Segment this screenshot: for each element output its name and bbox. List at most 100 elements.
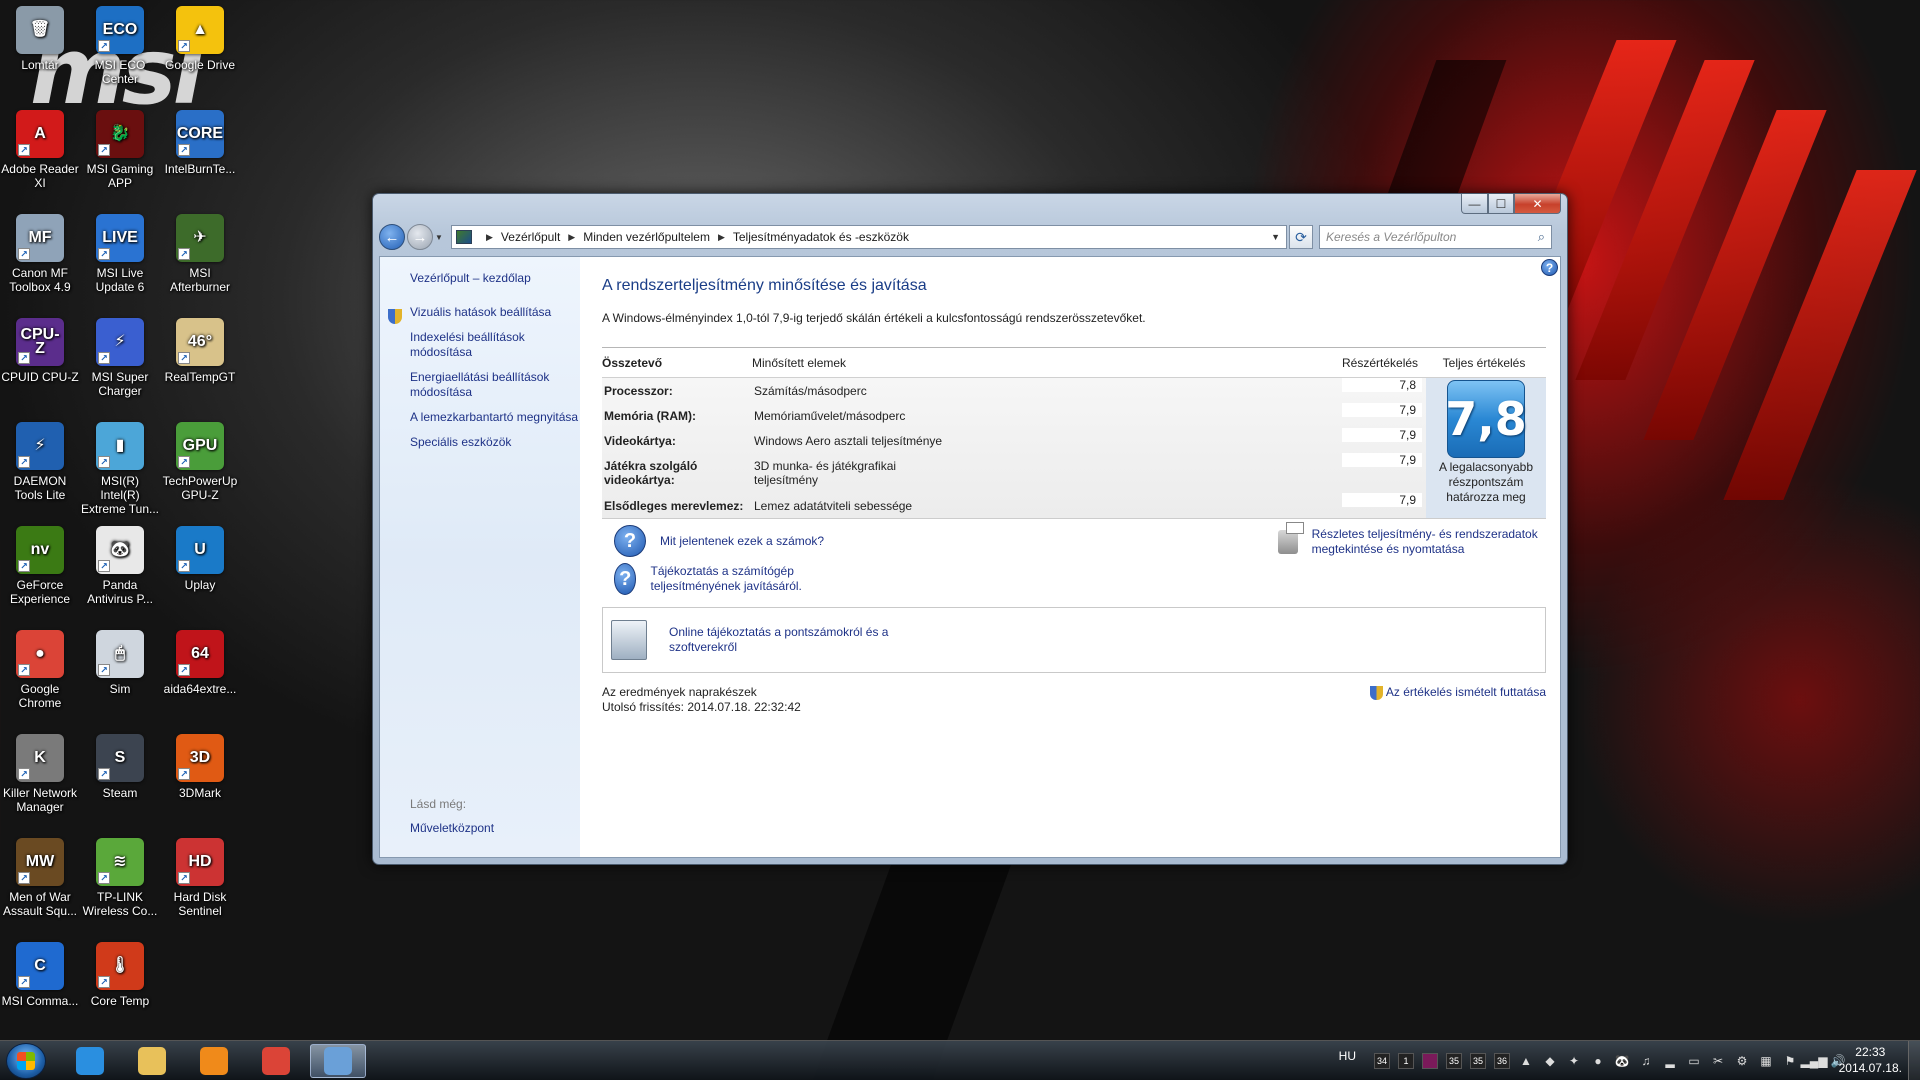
- action-center-link[interactable]: Műveletközpont: [410, 821, 494, 835]
- online-info-box: Online tájékoztatás a pontszámokról és a…: [602, 607, 1546, 673]
- desktop-icon[interactable]: ✈ ↗ MSI Afterburner: [160, 208, 240, 294]
- desktop-icon[interactable]: A ↗ Adobe Reader XI: [0, 104, 80, 190]
- address-dropdown-icon[interactable]: ▼: [1271, 232, 1280, 242]
- taskbar-media-player[interactable]: [186, 1044, 242, 1078]
- tray-app-icon[interactable]: ✂: [1710, 1053, 1726, 1069]
- help-icon[interactable]: ?: [1541, 259, 1558, 276]
- desktop-icon[interactable]: MF ↗ Canon MF Toolbox 4.9: [0, 208, 80, 294]
- tray-app-icon[interactable]: ⚙: [1734, 1053, 1750, 1069]
- language-indicator[interactable]: HU: [1339, 1049, 1356, 1063]
- desktop-icon[interactable]: ● ↗ Google Chrome: [0, 624, 80, 710]
- tray-app-icon[interactable]: ▦: [1758, 1053, 1774, 1069]
- refresh-button[interactable]: ⟳: [1289, 225, 1313, 249]
- header-component[interactable]: Összetevő: [602, 356, 752, 370]
- control-panel-icon: [456, 230, 472, 244]
- tray-app-icon[interactable]: ▲: [1518, 1053, 1534, 1069]
- desktop-icon-label: MSI Gaming APP: [86, 162, 154, 190]
- tray-temp-icon[interactable]: [1422, 1053, 1438, 1069]
- tray-temp-icon[interactable]: 36: [1494, 1053, 1510, 1069]
- app-icon: ▲ ↗: [176, 6, 224, 54]
- desktop-icon[interactable]: 🖱 ↗ Sim: [80, 624, 160, 696]
- network-icon[interactable]: ▂▄▆: [1801, 1053, 1828, 1069]
- desktop-icon[interactable]: ⚡ ↗ MSI Super Charger: [80, 312, 160, 398]
- taskbar-internet-explorer[interactable]: [62, 1044, 118, 1078]
- desktop-icon[interactable]: CORE ↗ IntelBurnTe...: [160, 104, 240, 176]
- desktop-icon[interactable]: 🐼 ↗ Panda Antivirus P...: [80, 520, 160, 606]
- online-info-link[interactable]: Online tájékoztatás a pontszámokról és a…: [669, 625, 899, 655]
- desktop-icon[interactable]: K ↗ Killer Network Manager: [0, 728, 80, 814]
- internet-explorer-icon: [76, 1047, 104, 1075]
- search-icon[interactable]: ⌕: [1538, 229, 1545, 245]
- desktop-icon[interactable]: C ↗ MSI Comma...: [0, 936, 80, 1008]
- improve-performance-link[interactable]: ? Tájékoztatás a számítógép teljesítmény…: [614, 563, 854, 595]
- search-input[interactable]: Keresés a Vezérlőpulton ⌕: [1319, 225, 1552, 249]
- tray-app-icon[interactable]: ♫: [1638, 1053, 1654, 1069]
- desktop-icon[interactable]: U ↗ Uplay: [160, 520, 240, 592]
- clock[interactable]: 22:33 2014.07.18.: [1839, 1044, 1902, 1076]
- desktop-icon[interactable]: ≋ ↗ TP-LINK Wireless Co...: [80, 832, 160, 918]
- desktop-icon[interactable]: ▮ ↗ MSI(R) Intel(R) Extreme Tun...: [80, 416, 160, 516]
- improve-performance-label[interactable]: Tájékoztatás a számítógép teljesítményén…: [650, 564, 854, 594]
- tray-temp-icon[interactable]: 1: [1398, 1053, 1414, 1069]
- desktop-icon[interactable]: 🗑 Lomtár: [0, 0, 80, 72]
- tray-app-icon[interactable]: ▭: [1686, 1053, 1702, 1069]
- desktop-icon[interactable]: 64 ↗ aida64extre...: [160, 624, 240, 696]
- shortcut-arrow-icon: ↗: [98, 352, 110, 364]
- desktop-icon[interactable]: CPU-Z ↗ CPUID CPU-Z: [0, 312, 80, 384]
- desktop-icon[interactable]: MW ↗ Men of War Assault Squ...: [0, 832, 80, 918]
- back-button[interactable]: ←: [379, 224, 405, 250]
- desktop-icon[interactable]: LIVE ↗ MSI Live Update 6: [80, 208, 160, 294]
- detailed-info-label[interactable]: Részletes teljesítmény- és rendszeradato…: [1312, 527, 1546, 557]
- chevron-right-icon[interactable]: ▶: [568, 232, 575, 243]
- address-bar[interactable]: ▶ Vezérlőpult ▶ Minden vezérlőpultelem ▶…: [451, 225, 1287, 249]
- desktop-icon[interactable]: GPU ↗ TechPowerUp GPU-Z: [160, 416, 240, 502]
- disk-cleanup-link[interactable]: A lemezkarbantartó megnyitása: [410, 410, 580, 425]
- desktop-icon[interactable]: ECO ↗ MSI ECO Center: [80, 0, 160, 86]
- desktop-icon[interactable]: HD ↗ Hard Disk Sentinel: [160, 832, 240, 918]
- tray-app-icon[interactable]: ✦: [1566, 1053, 1582, 1069]
- breadcrumb-all-items[interactable]: Minden vezérlőpultelem: [583, 230, 710, 244]
- taskbar-control-panel[interactable]: [310, 1044, 366, 1078]
- visual-effects-link[interactable]: Vizuális hatások beállítása: [410, 305, 580, 320]
- tray-temp-icon[interactable]: 35: [1446, 1053, 1462, 1069]
- tray-app-icon[interactable]: 🐼: [1614, 1053, 1630, 1069]
- rerun-assessment-label[interactable]: Az értékelés ismételt futtatása: [1386, 685, 1546, 700]
- desktop-icon[interactable]: ▲ ↗ Google Drive: [160, 0, 240, 72]
- desktop-icon[interactable]: nv ↗ GeForce Experience: [0, 520, 80, 606]
- breadcrumb-control-panel[interactable]: Vezérlőpult: [501, 230, 560, 244]
- tray-temp-icon[interactable]: 35: [1470, 1053, 1486, 1069]
- advanced-tools-link[interactable]: Speciális eszközök: [410, 435, 580, 450]
- desktop-icon[interactable]: S ↗ Steam: [80, 728, 160, 800]
- chevron-right-icon[interactable]: ▶: [718, 232, 725, 243]
- show-desktop-button[interactable]: [1908, 1041, 1920, 1080]
- taskbar-google-chrome[interactable]: [248, 1044, 304, 1078]
- start-button[interactable]: [6, 1043, 46, 1079]
- desktop-icon[interactable]: ⚡ ↗ DAEMON Tools Lite: [0, 416, 80, 502]
- tray-app-icon[interactable]: ▂: [1662, 1053, 1678, 1069]
- tray-app-icon[interactable]: ●: [1590, 1053, 1606, 1069]
- desktop-icon[interactable]: 🐉 ↗ MSI Gaming APP: [80, 104, 160, 190]
- minimize-button[interactable]: —: [1461, 194, 1488, 214]
- desktop-icon[interactable]: 46° ↗ RealTempGT: [160, 312, 240, 384]
- maximize-button[interactable]: ☐: [1488, 194, 1514, 214]
- what-numbers-mean-link[interactable]: ? Mit jelentenek ezek a számok?: [614, 525, 824, 557]
- tray-temp-icon[interactable]: 34: [1374, 1053, 1390, 1069]
- indexing-options-link[interactable]: Indexelési beállítások módosítása: [410, 330, 580, 360]
- desktop-icon-label: Panda Antivirus P...: [87, 578, 153, 606]
- tray-app-icon[interactable]: ◆: [1542, 1053, 1558, 1069]
- recent-pages-dropdown[interactable]: ▼: [435, 233, 445, 242]
- power-settings-link[interactable]: Energiaellátási beállítások módosítása: [410, 370, 580, 400]
- desktop-icon[interactable]: 🌡 ↗ Core Temp: [80, 936, 160, 1008]
- close-button[interactable]: ✕: [1514, 194, 1561, 214]
- rerun-assessment-link[interactable]: Az értékelés ismételt futtatása: [1369, 685, 1546, 700]
- detailed-info-link[interactable]: Részletes teljesítmény- és rendszeradato…: [1278, 522, 1546, 557]
- shortcut-arrow-icon: ↗: [178, 40, 190, 52]
- breadcrumb-performance[interactable]: Teljesítményadatok és -eszközök: [733, 230, 909, 244]
- flag-icon[interactable]: ⚑: [1782, 1053, 1798, 1069]
- what-numbers-mean-label[interactable]: Mit jelentenek ezek a számok?: [660, 534, 824, 549]
- control-panel-home-link[interactable]: Vezérlőpult – kezdőlap: [410, 271, 580, 285]
- forward-button[interactable]: →: [407, 224, 433, 250]
- desktop-icon[interactable]: 3D ↗ 3DMark: [160, 728, 240, 800]
- taskbar-windows-explorer[interactable]: [124, 1044, 180, 1078]
- chevron-right-icon[interactable]: ▶: [486, 232, 493, 243]
